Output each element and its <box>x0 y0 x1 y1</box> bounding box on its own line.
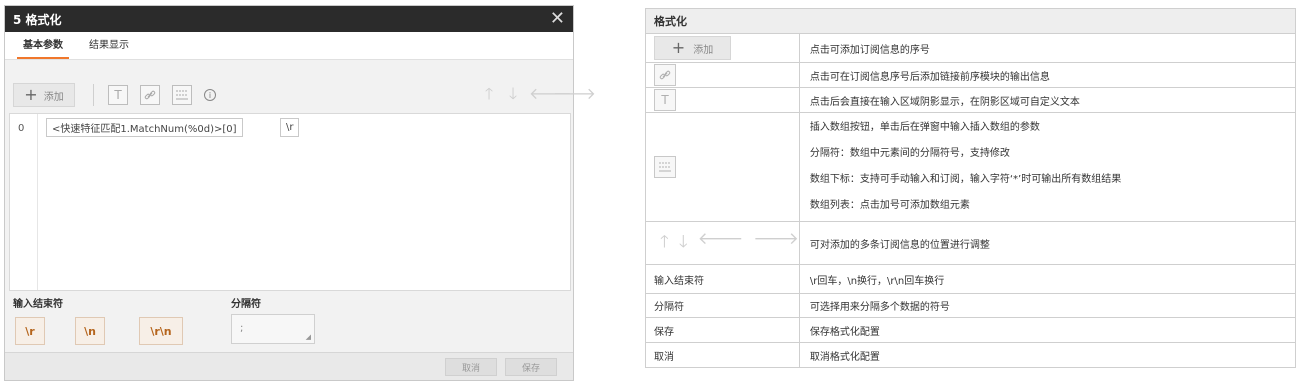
table-row: 保存 保存格式化配置 <box>645 317 1297 343</box>
resize-handle-icon: ◢ <box>305 333 311 341</box>
text-icon[interactable]: T <box>108 85 128 105</box>
cancel-button[interactable]: 取消 <box>445 358 497 376</box>
table-row: 取消 取消格式化配置 <box>645 342 1297 368</box>
text-icon: T <box>654 89 676 111</box>
arrow-left-icon: 🡐 <box>697 228 744 249</box>
table-row: 分隔符 可选择用来分隔多个数据的符号 <box>645 293 1297 318</box>
plus-icon: + <box>24 85 38 104</box>
add-sample-label: 添加 <box>693 44 714 56</box>
end-char-row-label: 输入结束符 <box>645 264 800 294</box>
add-description: 点击可添加订阅信息的序号 <box>798 33 1297 63</box>
arrow-right-icon[interactable]: 🡒 <box>553 86 596 102</box>
dialog-title-bar: 5 格式化 ✕ <box>5 6 573 32</box>
dialog-title: 5 格式化 <box>13 12 62 27</box>
reference-header: 格式化 <box>645 8 1296 34</box>
close-icon[interactable]: ✕ <box>550 10 565 28</box>
tab-basic-params[interactable]: 基本参数 <box>17 36 69 59</box>
end-char-crlf-button[interactable]: \r\n <box>139 317 183 345</box>
end-char-label: 输入结束符 <box>13 299 63 310</box>
separator-value: ; <box>240 323 244 334</box>
array-desc-line: 插入数组按钮，单击后在弹窗中输入插入数组的参数 <box>809 122 1040 133</box>
arrow-right-icon: 🡒 <box>753 228 799 249</box>
arrows-description: 可对添加的多条订阅信息的位置进行调整 <box>798 221 1297 265</box>
link-icon[interactable] <box>140 85 160 105</box>
toolbar: + 添加 T i 🡑 🡓 🡐 🡒 <box>9 78 596 112</box>
link-description: 点击可在订阅信息序号后添加链接前序模块的输出信息 <box>798 62 1297 88</box>
reference-table: 格式化 + 添加 点击可添加订阅信息的序号 点击可在订阅信息序号后添加链接前序模… <box>645 8 1297 368</box>
separator-input[interactable]: ; ◢ <box>231 314 315 344</box>
array-description: 插入数组按钮，单击后在弹窗中输入插入数组的参数 分隔符：数组中元素间的分隔符号，… <box>798 112 1297 222</box>
save-row-label: 保存 <box>645 317 800 343</box>
separator-description: 可选择用来分隔多个数据的符号 <box>798 293 1297 318</box>
info-icon[interactable]: i <box>204 89 216 101</box>
plus-icon: + <box>671 38 686 57</box>
separator-label: 分隔符 <box>231 299 261 310</box>
end-char-lf-button[interactable]: \n <box>75 317 105 345</box>
toolbar-divider <box>93 84 94 106</box>
reorder-arrows-sample: 🡑 🡓 🡐 🡒 <box>654 229 799 258</box>
format-dialog: 5 格式化 ✕ 基本参数 结果显示 + 添加 T i 🡑 🡓 🡐 🡒 0 <快速… <box>4 5 596 381</box>
array-desc-line: 数组下标：支持可手动输入和订阅，输入字符‘*’时可输出所有数组结果 <box>809 174 1122 185</box>
link-icon <box>654 64 676 86</box>
arrow-up-icon: 🡑 <box>660 231 669 252</box>
arrow-down-icon: 🡓 <box>678 231 688 252</box>
arrow-up-icon[interactable]: 🡑 <box>481 86 497 102</box>
end-char-description: \r回车，\n换行，\r\n回车换行 <box>798 264 1297 294</box>
array-desc-line: 分隔符：数组中元素间的分隔符号，支持修改 <box>809 148 1010 159</box>
line-gutter: 0 <box>10 114 38 290</box>
cancel-description: 取消格式化配置 <box>798 342 1297 368</box>
save-description: 保存格式化配置 <box>798 317 1297 343</box>
arrow-left-icon[interactable]: 🡐 <box>529 86 572 102</box>
format-editor[interactable]: 0 <快速特征匹配1.MatchNum(%0d)>[0] \r <box>9 113 571 291</box>
text-description: 点击后会直接在输入区域阴影显示，在阴影区域可自定义文本 <box>798 87 1297 113</box>
table-row: + 添加 点击可添加订阅信息的序号 <box>645 33 1297 63</box>
end-char-cr-button[interactable]: \r <box>15 317 45 345</box>
cancel-row-label: 取消 <box>645 342 800 368</box>
save-button[interactable]: 保存 <box>505 358 557 376</box>
dialog-footer: 取消 保存 <box>5 352 573 380</box>
table-row: 插入数组按钮，单击后在弹窗中输入插入数组的参数 分隔符：数组中元素间的分隔符号，… <box>645 112 1297 222</box>
add-button-sample: + 添加 <box>654 36 731 60</box>
tab-result-display[interactable]: 结果显示 <box>83 36 135 59</box>
array-desc-line: 数组列表：点击加号可添加数组元素 <box>809 200 970 211</box>
add-button[interactable]: + 添加 <box>13 83 75 107</box>
reorder-arrows: 🡑 🡓 🡐 🡒 <box>481 86 596 102</box>
separator-row-label: 分隔符 <box>645 293 800 318</box>
add-button-label: 添加 <box>43 91 64 103</box>
table-row: 点击可在订阅信息序号后添加链接前序模块的输出信息 <box>645 62 1297 88</box>
subscription-token[interactable]: <快速特征匹配1.MatchNum(%0d)>[0] <box>46 118 243 137</box>
tab-bar: 基本参数 结果显示 <box>5 32 573 60</box>
array-icon[interactable] <box>172 85 192 105</box>
table-row: T 点击后会直接在输入区域阴影显示，在阴影区域可自定义文本 <box>645 87 1297 113</box>
arrow-down-icon[interactable]: 🡓 <box>505 86 521 102</box>
end-char-token[interactable]: \r <box>280 118 300 137</box>
table-row: 🡑 🡓 🡐 🡒 可对添加的多条订阅信息的位置进行调整 <box>645 221 1297 265</box>
array-icon <box>654 156 676 178</box>
table-row: 输入结束符 \r回车，\n换行，\r\n回车换行 <box>645 264 1297 294</box>
line-number: 0 <box>18 123 25 134</box>
